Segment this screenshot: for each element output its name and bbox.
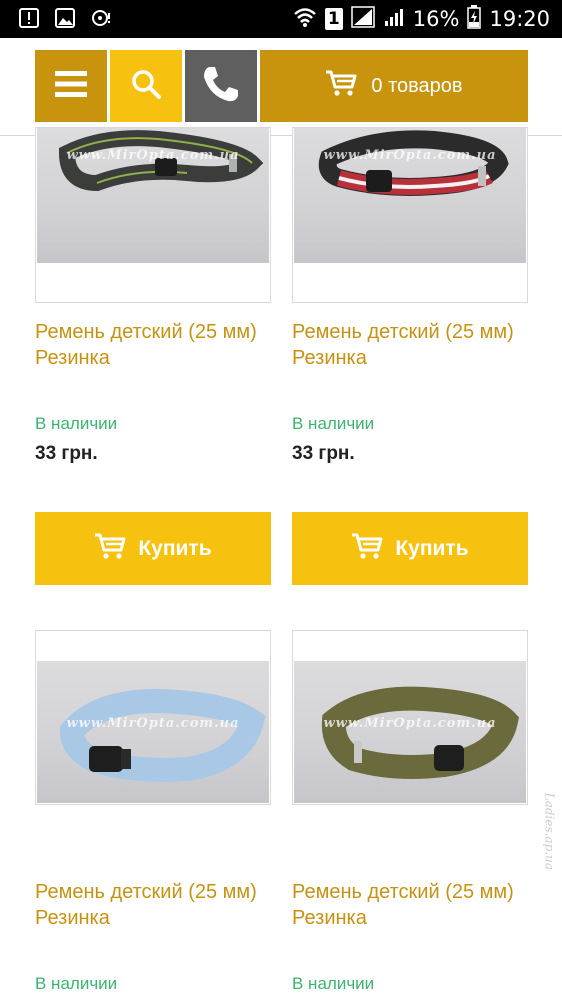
product-title[interactable]: Ремень детский (25 мм) Резинка (292, 879, 528, 931)
battery-icon (467, 4, 482, 34)
clock: 19:20 (489, 7, 550, 31)
stock-status: В наличии (292, 414, 375, 433)
signal-icon (351, 5, 375, 33)
cart-icon (94, 532, 126, 566)
image-watermark: www.MirOpta.com.ua (66, 148, 240, 163)
call-button[interactable] (185, 50, 257, 122)
sim-icon: 1 (324, 8, 343, 30)
product-title[interactable]: Ремень детский (25 мм) Резинка (292, 319, 528, 371)
product-image-frame[interactable]: www.MirOpta.com.ua (35, 630, 271, 805)
buy-button[interactable]: Купить (35, 512, 271, 585)
hamburger-icon (55, 69, 87, 104)
stock-status: В наличии (292, 974, 375, 993)
buy-button-label: Купить (395, 536, 469, 560)
search-icon (130, 68, 162, 105)
battery-percent: 16% (412, 7, 460, 31)
buy-button[interactable]: Купить (292, 512, 528, 585)
product-price: 33 грн. (35, 443, 98, 464)
buy-button-label: Купить (138, 536, 212, 560)
product-price: 33 грн. (292, 443, 355, 464)
image-watermark: www.MirOpta.com.ua (323, 148, 497, 163)
product-image-frame[interactable]: www.MirOpta.com.ua (292, 630, 528, 805)
stock-status: В наличии (35, 974, 118, 993)
image-watermark: www.MirOpta.com.ua (66, 716, 240, 731)
product-image-frame[interactable]: www.MirOpta.com.ua (292, 127, 528, 303)
wifi-icon (293, 6, 317, 33)
cart-button[interactable]: 0 товаров (260, 50, 528, 122)
product-photo: www.MirOpta.com.ua (294, 128, 526, 263)
product-title[interactable]: Ремень детский (25 мм) Резинка (35, 879, 271, 931)
cart-icon (351, 532, 383, 566)
cart-count-label: 0 товаров (371, 74, 463, 97)
product-image-frame[interactable]: www.MirOpta.com.ua (35, 127, 271, 303)
product-photo: www.MirOpta.com.ua (294, 661, 526, 803)
side-watermark: Ladies.ap.ua (542, 792, 556, 870)
image-watermark: www.MirOpta.com.ua (323, 716, 497, 731)
site-header: 0 товаров (0, 38, 562, 136)
sync-icon (90, 7, 112, 29)
product-title[interactable]: Ремень детский (25 мм) Резинка (35, 319, 271, 371)
signal-bars-icon (383, 6, 405, 33)
menu-button[interactable] (35, 50, 107, 122)
stock-status: В наличии (35, 414, 118, 433)
search-button[interactable] (110, 50, 182, 122)
product-photo: www.MirOpta.com.ua (37, 661, 269, 803)
product-photo: www.MirOpta.com.ua (37, 128, 269, 263)
phone-icon (200, 63, 242, 110)
cart-icon (325, 69, 357, 103)
status-bar: 1 16% 19:20 (0, 0, 562, 38)
notification-alert-icon (18, 7, 40, 29)
gallery-icon (54, 7, 76, 29)
